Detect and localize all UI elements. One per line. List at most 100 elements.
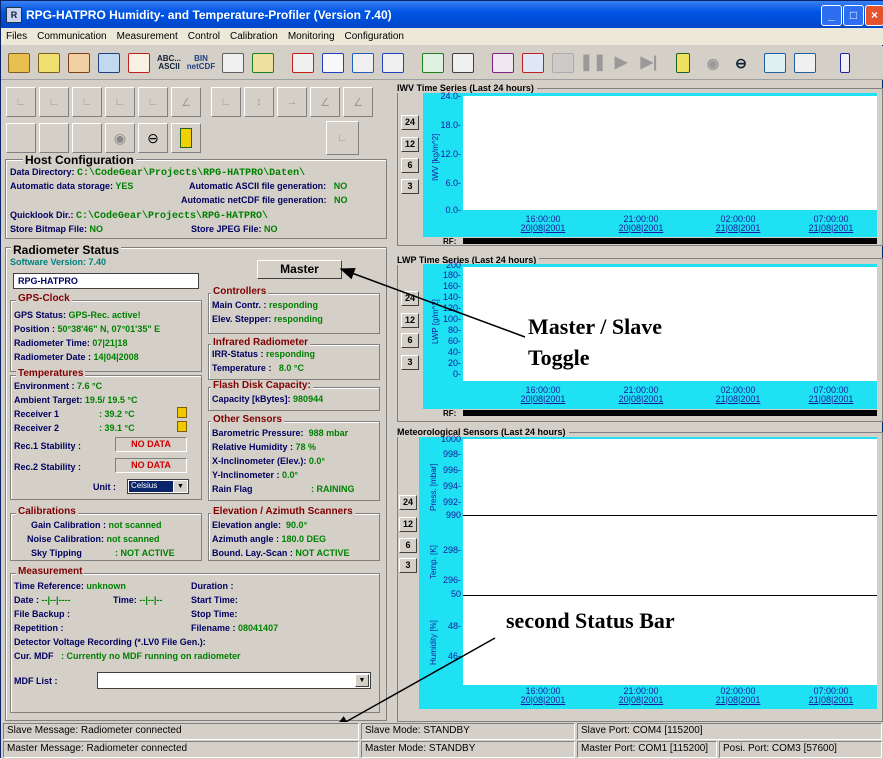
range-6h-button[interactable]: 6 (399, 538, 417, 553)
ambient-target-label: Ambient Target: 19.5/ 19.5 °C (14, 395, 138, 405)
minimize-button[interactable]: _ (821, 5, 842, 26)
range-24h-button[interactable]: 24 (401, 291, 419, 306)
temperature-tick: 296- (442, 575, 461, 585)
chart-edit-icon[interactable] (249, 50, 277, 76)
iwv-chart-panel: IWV Time Series (Last 24 hours) 24 12 6 … (397, 81, 883, 247)
rain-flag-value: : RAINING (311, 484, 355, 494)
filename-value: 08041407 (238, 623, 279, 633)
thermometer-button-icon[interactable] (171, 123, 201, 153)
view-button-2 (39, 123, 69, 153)
chevron-down-icon[interactable]: ▼ (174, 481, 187, 492)
menu-communication[interactable]: Communication (32, 31, 111, 42)
receiver1-value: : 39.2 °C (99, 409, 135, 419)
ascii-icon[interactable]: ABC... ASCII (155, 50, 183, 76)
stop-time-label: Stop Time: (191, 609, 238, 619)
radiometer-time-value: 07|21|18 (92, 338, 128, 348)
posi-port: Posi. Port: COM3 [57600] (719, 741, 882, 758)
met-plot-canvas[interactable] (463, 439, 877, 685)
azimuth-angle-value: 180.0 DEG (281, 534, 327, 544)
chevron-down-icon[interactable]: ▼ (355, 674, 369, 687)
open-folder-icon[interactable] (5, 50, 33, 76)
range-6h-button[interactable]: 6 (401, 158, 419, 173)
plot-button-2: ∟ (39, 87, 69, 117)
range-12h-button[interactable]: 12 (401, 137, 419, 152)
radiometer-date-value: 14|04|2008 (93, 352, 139, 362)
unit-select[interactable]: Celsius ▼ (127, 479, 189, 494)
exit-icon[interactable] (831, 50, 859, 76)
graph-icon[interactable] (791, 50, 819, 76)
tree-icon[interactable] (95, 50, 123, 76)
dish-icon[interactable] (319, 50, 347, 76)
menu-control[interactable]: Control (183, 31, 225, 42)
azimuth-icon[interactable] (349, 50, 377, 76)
file-backup-label: File Backup : (14, 609, 71, 619)
meas-time-value: --|--|-- (139, 595, 163, 605)
master-slave-annotation: Master / Slave (528, 314, 663, 339)
x-tick: 07:00:00 21|08|2001 (808, 214, 854, 233)
tdr-icon[interactable] (125, 50, 153, 76)
jpeg-label: Store JPEG File: NO (191, 224, 278, 234)
tdv-icon[interactable] (489, 50, 517, 76)
range-12h-button[interactable]: 12 (399, 517, 417, 532)
irr-status-value: responding (266, 349, 316, 359)
sky-icon[interactable] (379, 50, 407, 76)
range-3h-button[interactable]: 3 (399, 558, 417, 573)
master-slave-toggle-button[interactable]: Master (257, 260, 342, 279)
lens-icon[interactable]: ⊖ (727, 50, 755, 76)
range-24h-button[interactable]: 24 (401, 115, 419, 130)
menu-files[interactable]: Files (1, 31, 32, 42)
lens-button-icon[interactable]: ⊖ (138, 123, 168, 153)
netcdf-icon[interactable]: BIN netCDF (187, 50, 215, 76)
pressure-tick: 994- (442, 481, 461, 491)
plot-button-9: → (277, 87, 307, 117)
maximize-button[interactable]: □ (843, 5, 864, 26)
mdf-list-select[interactable]: ▼ (97, 672, 371, 689)
eye-button-icon[interactable]: ◉ (105, 123, 135, 153)
lwp-plot-canvas[interactable] (463, 267, 877, 381)
time-reference-value: unknown (86, 581, 126, 591)
slave-message: Slave Message: Radiometer connected (3, 723, 359, 740)
temperature-tick: 50 (450, 589, 461, 599)
window-title: RPG-HATPRO Humidity- and Temperature-Pro… (26, 7, 392, 22)
plot-button-4: ∟ (105, 87, 135, 117)
home-icon[interactable] (219, 50, 247, 76)
pressure-tick: 992- (442, 497, 461, 507)
thermometer-icon[interactable] (669, 50, 697, 76)
elevation-icon[interactable] (419, 50, 447, 76)
convert-icon[interactable] (65, 50, 93, 76)
menu-monitoring[interactable]: Monitoring (283, 31, 340, 42)
eye-icon[interactable]: ◉ (699, 50, 727, 76)
range-3h-button[interactable]: 3 (401, 355, 419, 370)
range-24h-button[interactable]: 24 (399, 495, 417, 510)
monitor-icon[interactable] (761, 50, 789, 76)
ir-temperature-value: 8.0 °C (278, 363, 304, 373)
master-mode: Master Mode: STANDBY (361, 741, 575, 758)
liquid-nitrogen-icon[interactable] (449, 50, 477, 76)
scanners-title: Elevation / Azimuth Scanners (211, 506, 355, 517)
x-inclinometer-value: 0.0° (308, 456, 325, 466)
app-icon: R (6, 6, 22, 23)
range-12h-button[interactable]: 12 (401, 313, 419, 328)
x-tick: 02:00:00 21|08|2001 (715, 214, 761, 233)
iwv-plot-canvas[interactable] (463, 96, 877, 210)
load-file-icon[interactable] (35, 50, 63, 76)
close-button[interactable]: × (865, 5, 883, 26)
menu-configuration[interactable]: Configuration (340, 31, 409, 42)
menu-measurement[interactable]: Measurement (112, 31, 183, 42)
scan-icon[interactable] (289, 50, 317, 76)
range-6h-button[interactable]: 6 (401, 333, 419, 348)
mdf-icon[interactable] (519, 50, 547, 76)
rh-label: Relative Humidity : 78 % (212, 442, 317, 452)
quicklook-label: Quicklook Dir.: C:\CodeGear\Projects\RPG… (10, 210, 269, 222)
rec2-stability-value: NO DATA (115, 458, 187, 473)
plot-button-3: ∟ (72, 87, 102, 117)
play-icon: ▶ (614, 54, 628, 71)
y-inclinometer-value: 0.0° (282, 470, 299, 480)
baro-value: 988 mbar (308, 428, 349, 438)
menu-calibration[interactable]: Calibration (225, 31, 283, 42)
x-tick: 16:00:00 20|08|2001 (520, 385, 566, 404)
range-3h-button[interactable]: 3 (401, 179, 419, 194)
data-dir-label: Data Directory: C:\CodeGear\Projects\RPG… (10, 167, 306, 179)
lwp-tick: 20- (447, 358, 461, 368)
radiometer-name-field[interactable]: RPG-HATPRO (13, 273, 199, 289)
